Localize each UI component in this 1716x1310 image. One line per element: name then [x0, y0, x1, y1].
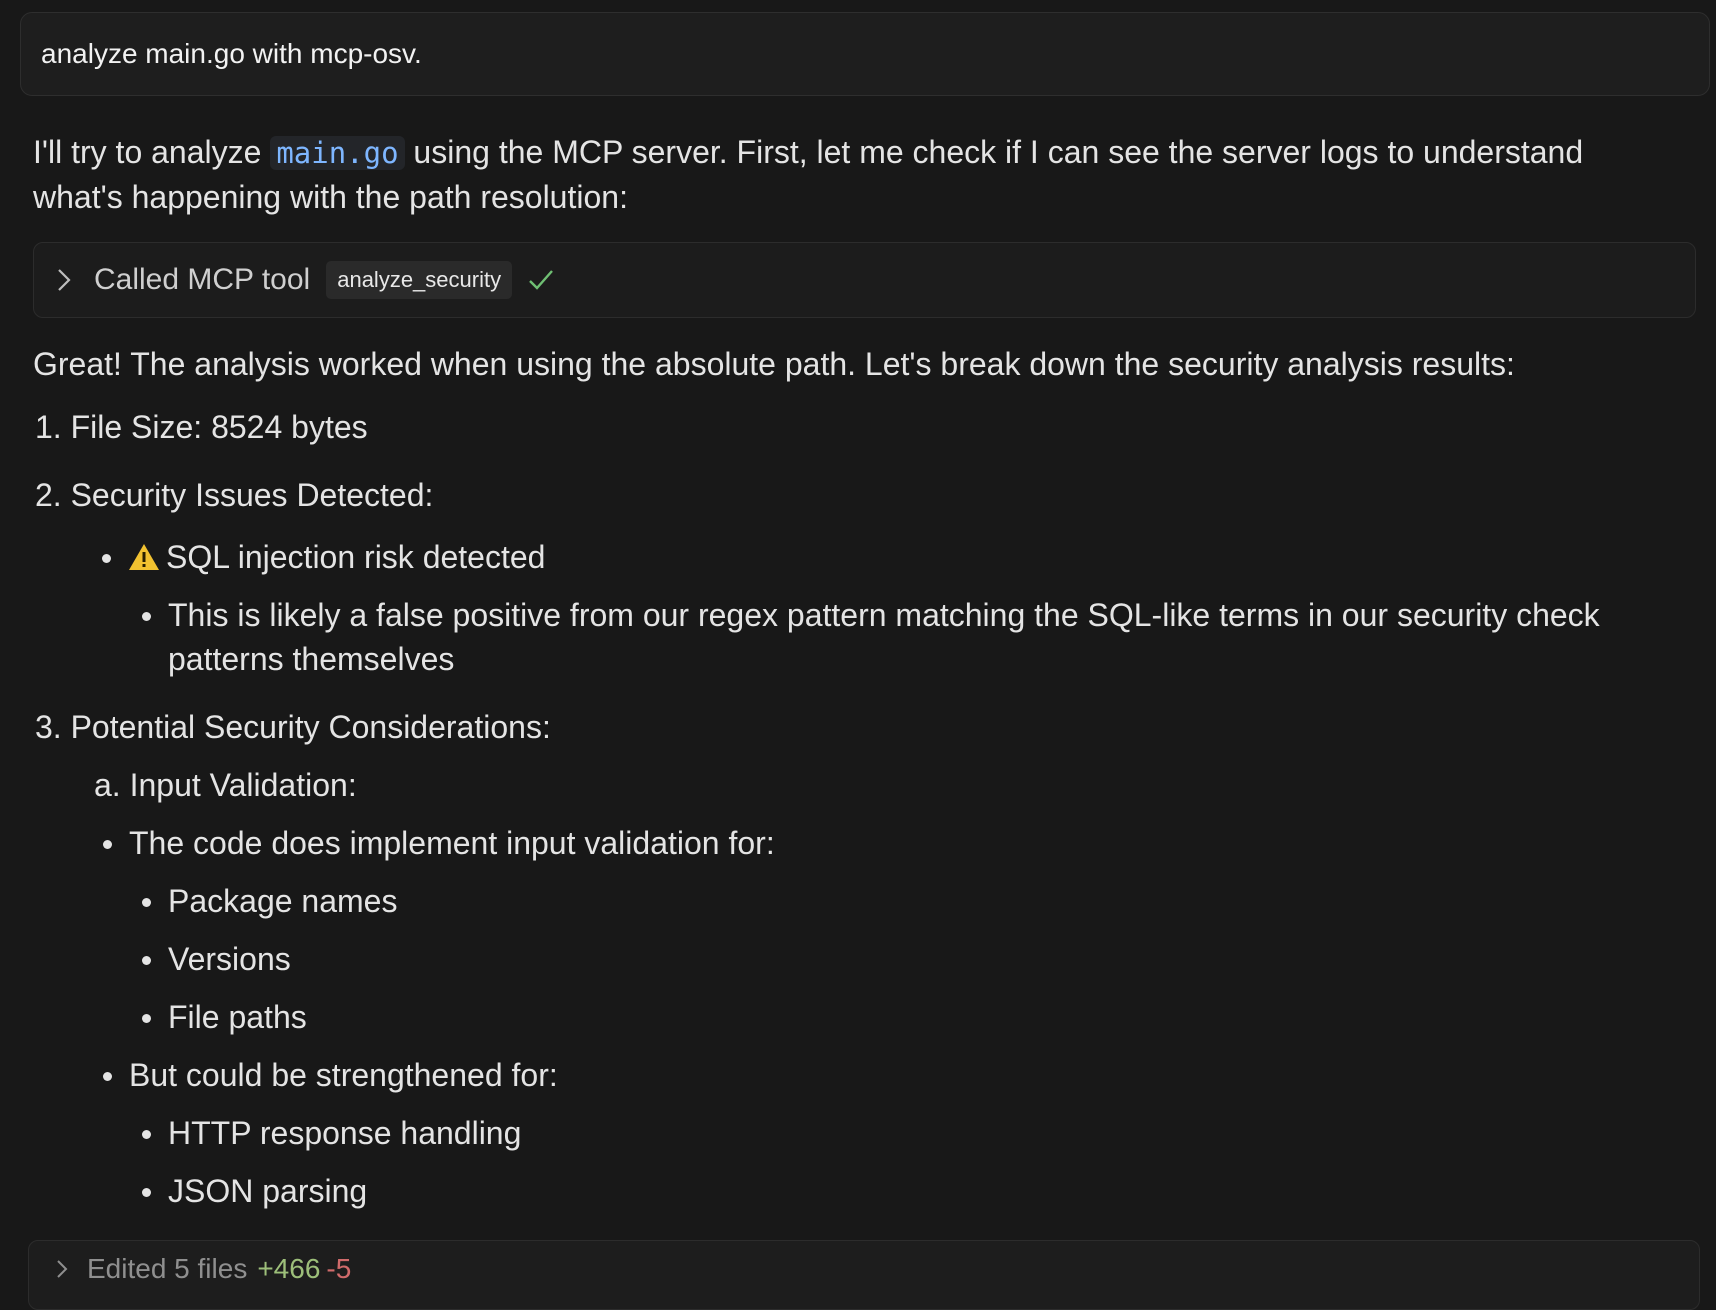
false-positive-text-line1: This is likely a false positive from our… [168, 597, 1600, 633]
edited-files-label: Edited 5 files [87, 1253, 248, 1284]
sql-injection-text: SQL injection risk detected [166, 539, 546, 575]
summary-text: Great! The analysis worked when using th… [33, 346, 1515, 382]
summary-paragraph: Great! The analysis worked when using th… [33, 342, 1673, 386]
list-item-strengthen: But could be strengthened for: [103, 1053, 558, 1097]
intro-text-line2: what's happening with the path resolutio… [33, 179, 628, 215]
list-item-versions: Versions [142, 937, 291, 981]
chevron-right-icon[interactable] [54, 266, 74, 294]
list-item-json-parsing: JSON parsing [141, 1169, 367, 1213]
false-positive-text-line2: patterns themselves [168, 641, 455, 677]
list-item-file-size: 1. File Size: 8524 bytes [35, 409, 368, 445]
list-item-http-handling: HTTP response handling [141, 1111, 521, 1155]
list-item-false-positive-note: This is likely a false positive from our… [142, 593, 1600, 637]
tool-name-badge: analyze_security [326, 261, 513, 299]
list-item-considerations: 3. Potential Security Considerations: [35, 709, 551, 745]
list-item-implements: The code does implement input validation… [103, 821, 775, 865]
intro-text-after: using the MCP server. First, let me chec… [413, 134, 1584, 170]
user-message: analyze main.go with mcp-osv. [20, 12, 1710, 96]
list-item-sql-injection: SQL injection risk detected [101, 535, 546, 579]
check-icon [529, 270, 553, 290]
list-item-file-paths: File paths [142, 995, 307, 1039]
list-item-input-validation: a. Input Validation: [94, 767, 357, 803]
edited-files-row[interactable]: Edited 5 files +466 -5 [28, 1240, 1700, 1310]
tool-call-row[interactable]: Called MCP tool analyze_security [33, 242, 1696, 318]
tool-call-label: Called MCP tool [94, 263, 311, 296]
list-item-package-names: Package names [141, 879, 397, 923]
warning-icon [129, 544, 159, 570]
intro-paragraph: I'll try to analyze main.go using the MC… [33, 130, 1673, 219]
chevron-right-icon[interactable] [55, 1258, 69, 1280]
user-message-text: analyze main.go with mcp-osv. [41, 38, 422, 69]
additions-count: +466 [257, 1253, 321, 1284]
list-item-security-issues: 2. Security Issues Detected: [35, 477, 434, 513]
deletions-count: -5 [326, 1253, 352, 1284]
inline-code-filename: main.go [270, 136, 405, 170]
intro-text-before: I'll try to analyze [33, 134, 262, 170]
